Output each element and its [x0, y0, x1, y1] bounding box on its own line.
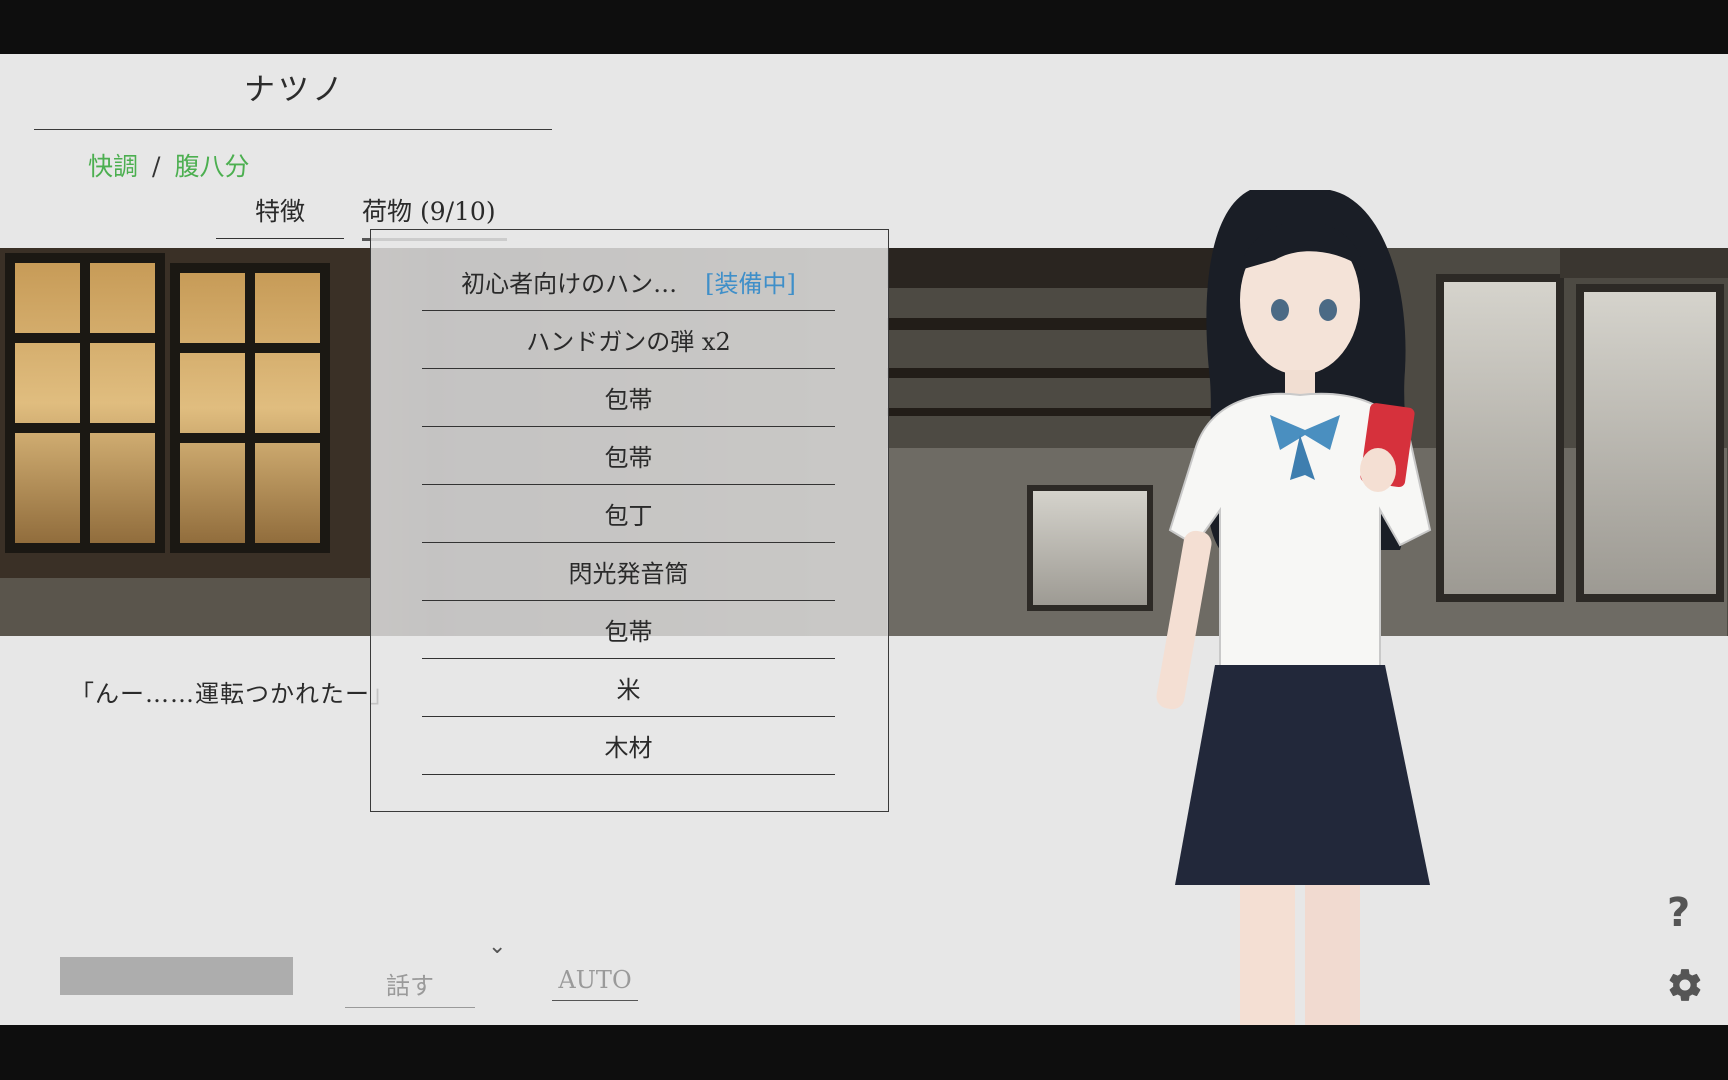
inventory-panel: 初心者向けのハン… [装備中] ハンドガンの弾 x2 包帯 包帯 包丁 閃光発音… — [370, 229, 889, 812]
mood-status: 快調 — [88, 152, 139, 181]
chevron-down-icon[interactable]: ⌄ — [488, 934, 506, 959]
inventory-item[interactable]: 初心者向けのハン… [装備中] — [422, 252, 835, 311]
character-sprite — [1100, 150, 1480, 1025]
gear-icon[interactable] — [1666, 966, 1704, 1004]
item-label: 包帯 — [604, 385, 653, 414]
item-label: 包帯 — [604, 617, 653, 646]
inventory-item[interactable]: 米 — [422, 658, 835, 717]
inventory-item[interactable]: 包帯 — [422, 600, 835, 659]
item-label: 閃光発音筒 — [568, 559, 689, 588]
hunger-status: 腹八分 — [174, 152, 250, 181]
item-label: ハンドガンの弾 x2 — [526, 327, 731, 356]
status-separator: / — [152, 152, 161, 181]
status-line: 快調 / 腹八分 — [88, 147, 249, 183]
inventory-item[interactable]: 包帯 — [422, 368, 835, 427]
gear-icon-glyph — [1669, 969, 1701, 1001]
inventory-item[interactable]: 包帯 — [422, 426, 835, 485]
letterbox-bottom — [0, 1025, 1728, 1080]
schoolgirl-illustration — [1156, 190, 1432, 1025]
equipped-badge: [装備中] — [705, 269, 796, 298]
letterbox-top — [0, 0, 1728, 54]
inventory-item[interactable]: ハンドガンの弾 x2 — [422, 310, 835, 369]
item-label: 初心者向けのハン… — [461, 269, 678, 298]
name-input-box[interactable] — [60, 957, 293, 995]
help-icon[interactable]: ? — [1667, 890, 1690, 936]
dialogue-text: 「んー……運転つかれたー」 — [70, 680, 395, 708]
talk-button[interactable]: 話す — [345, 966, 475, 1008]
name-divider — [34, 129, 552, 130]
inventory-item[interactable]: 包丁 — [422, 484, 835, 543]
game-screen: ナツノ 快調 / 腹八分 特徴 荷物 (9/10) 「んー……運転つかれたー」 初心… — [0, 54, 1728, 1025]
item-label: 包帯 — [604, 443, 653, 472]
auto-button[interactable]: AUTO — [552, 966, 638, 1001]
item-label: 米 — [616, 675, 641, 704]
inventory-item[interactable]: 木材 — [422, 716, 835, 775]
inventory-item[interactable]: 閃光発音筒 — [422, 542, 835, 601]
item-label: 包丁 — [604, 501, 653, 530]
tab-traits[interactable]: 特徴 — [216, 192, 344, 239]
item-label: 木材 — [604, 733, 653, 762]
character-name: ナツノ — [244, 72, 346, 108]
